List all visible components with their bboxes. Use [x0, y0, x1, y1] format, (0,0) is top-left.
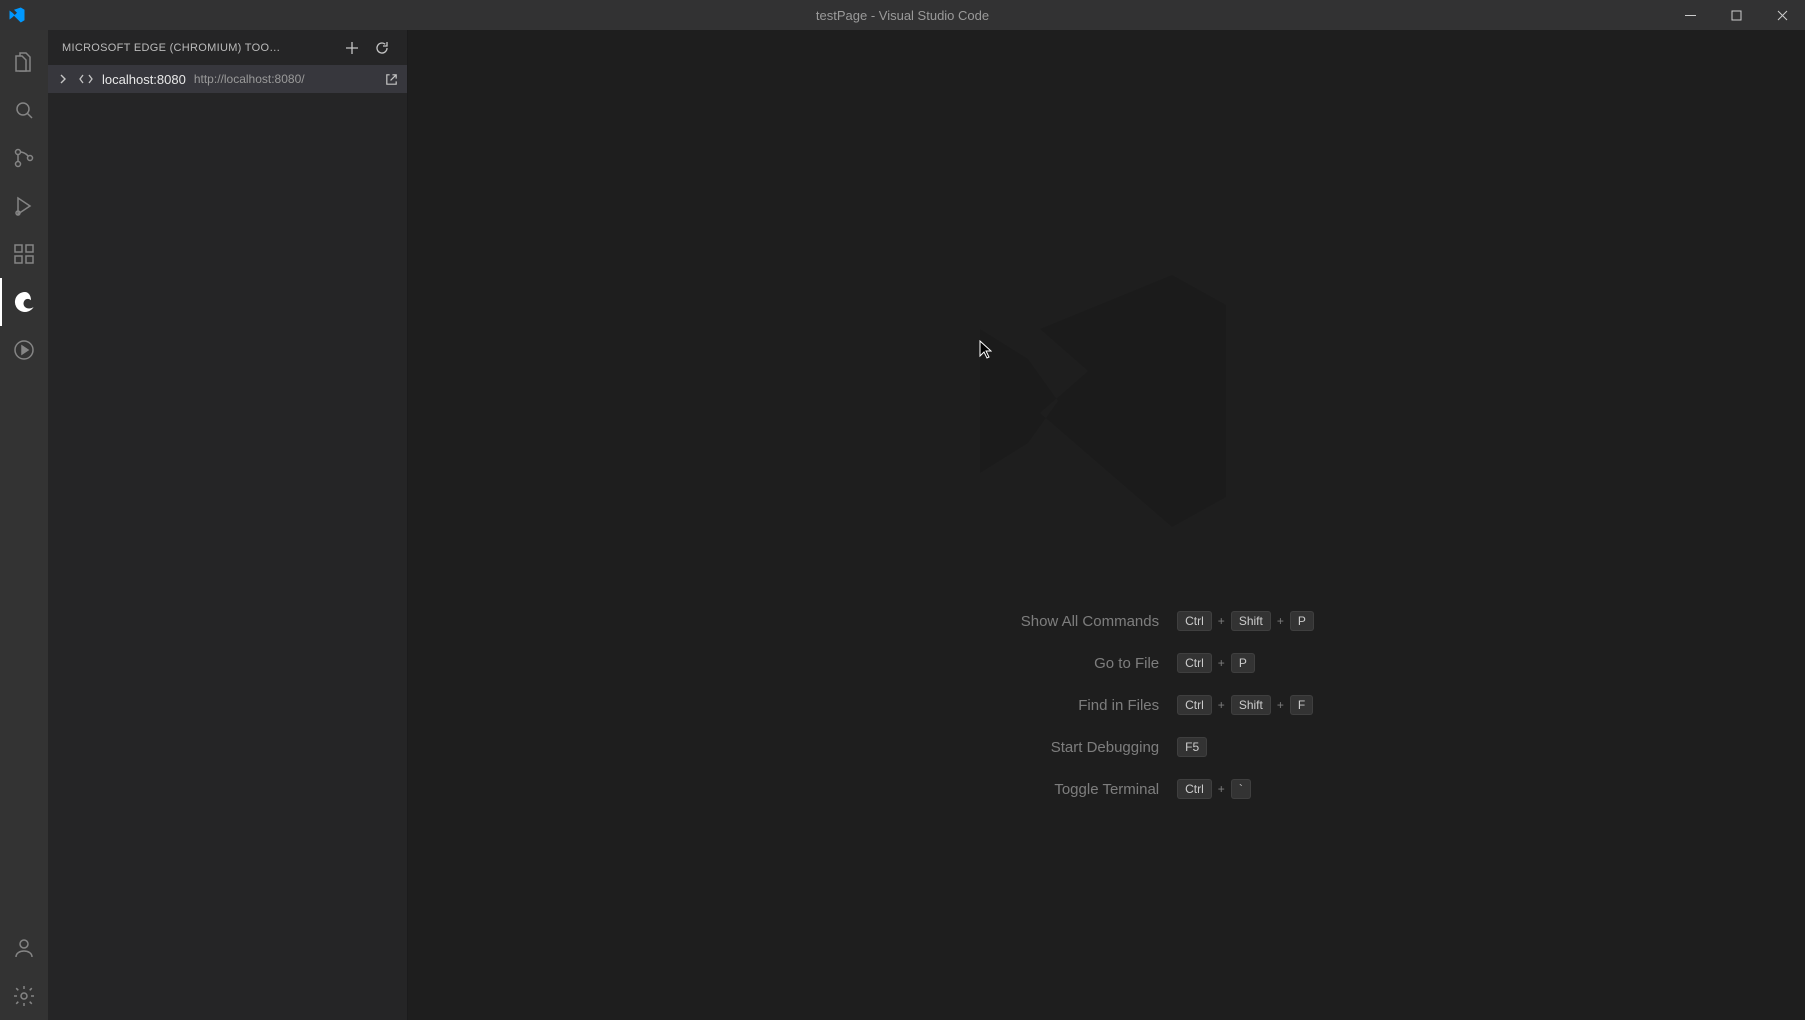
- maximize-button[interactable]: [1713, 0, 1759, 30]
- panel-add-button[interactable]: [341, 37, 363, 59]
- shortcut-keys: Ctrl + P: [1177, 653, 1255, 673]
- activity-settings[interactable]: [0, 972, 48, 1020]
- target-name: localhost:8080: [102, 72, 186, 87]
- side-panel: MICROSOFT EDGE (CHROMIUM) TOO… localhost…: [48, 30, 408, 1020]
- activity-run-debug[interactable]: [0, 182, 48, 230]
- key: F: [1290, 695, 1313, 715]
- activity-source-control[interactable]: [0, 134, 48, 182]
- editor-area: Show All Commands Ctrl + Shift + P Go to File C…: [408, 30, 1805, 1020]
- close-button[interactable]: [1759, 0, 1805, 30]
- shortcut-list: Show All Commands Ctrl + Shift + P Go to File C…: [899, 611, 1314, 799]
- vscode-logo-icon: [8, 6, 26, 24]
- window-controls: [1667, 0, 1805, 30]
- key-plus: +: [1277, 698, 1284, 712]
- panel-refresh-button[interactable]: [371, 37, 393, 59]
- shortcut-row: Start Debugging F5: [899, 737, 1314, 757]
- minimize-button[interactable]: [1667, 0, 1713, 30]
- key: `: [1231, 779, 1251, 799]
- key-plus: +: [1277, 614, 1284, 628]
- shortcut-row: Toggle Terminal Ctrl + `: [899, 779, 1314, 799]
- shortcut-keys: Ctrl + `: [1177, 779, 1251, 799]
- key: Shift: [1231, 695, 1271, 715]
- shortcut-label: Toggle Terminal: [899, 781, 1159, 798]
- key: P: [1290, 611, 1314, 631]
- shortcut-keys: Ctrl + Shift + F: [1177, 695, 1313, 715]
- key: F5: [1177, 737, 1207, 757]
- key: Shift: [1231, 611, 1271, 631]
- debug-target-row[interactable]: localhost:8080 http://localhost:8080/: [48, 65, 407, 93]
- activity-extensions[interactable]: [0, 230, 48, 278]
- shortcut-keys: Ctrl + Shift + P: [1177, 611, 1314, 631]
- panel-title: MICROSOFT EDGE (CHROMIUM) TOO…: [62, 42, 333, 54]
- key-plus: +: [1218, 782, 1225, 796]
- key: Ctrl: [1177, 779, 1212, 799]
- shortcut-row: Find in Files Ctrl + Shift + F: [899, 695, 1314, 715]
- activity-bar: [0, 30, 48, 1020]
- target-url: http://localhost:8080/: [194, 72, 305, 86]
- key-plus: +: [1218, 614, 1225, 628]
- key: Ctrl: [1177, 695, 1212, 715]
- activity-edge-tools[interactable]: [0, 278, 48, 326]
- shortcut-label: Start Debugging: [899, 739, 1159, 756]
- shortcut-keys: F5: [1177, 737, 1207, 757]
- shortcut-label: Go to File: [899, 655, 1159, 672]
- welcome-watermark: Show All Commands Ctrl + Shift + P Go to File C…: [899, 251, 1314, 799]
- activity-search[interactable]: [0, 86, 48, 134]
- key: P: [1231, 653, 1255, 673]
- shortcut-row: Show All Commands Ctrl + Shift + P: [899, 611, 1314, 631]
- activity-accounts[interactable]: [0, 924, 48, 972]
- window-title: testPage - Visual Studio Code: [816, 8, 989, 23]
- vscode-watermark-icon: [956, 251, 1256, 551]
- title-bar: testPage - Visual Studio Code: [0, 0, 1805, 30]
- shortcut-row: Go to File Ctrl + P: [899, 653, 1314, 673]
- shortcut-label: Find in Files: [899, 697, 1159, 714]
- key-plus: +: [1218, 698, 1225, 712]
- key: Ctrl: [1177, 611, 1212, 631]
- open-external-icon[interactable]: [384, 72, 399, 87]
- key: Ctrl: [1177, 653, 1212, 673]
- panel-header: MICROSOFT EDGE (CHROMIUM) TOO…: [48, 30, 407, 65]
- code-icon: [78, 71, 94, 87]
- activity-explorer[interactable]: [0, 38, 48, 86]
- shortcut-label: Show All Commands: [899, 613, 1159, 630]
- chevron-right-icon: [56, 74, 70, 84]
- key-plus: +: [1218, 656, 1225, 670]
- activity-live-server[interactable]: [0, 326, 48, 374]
